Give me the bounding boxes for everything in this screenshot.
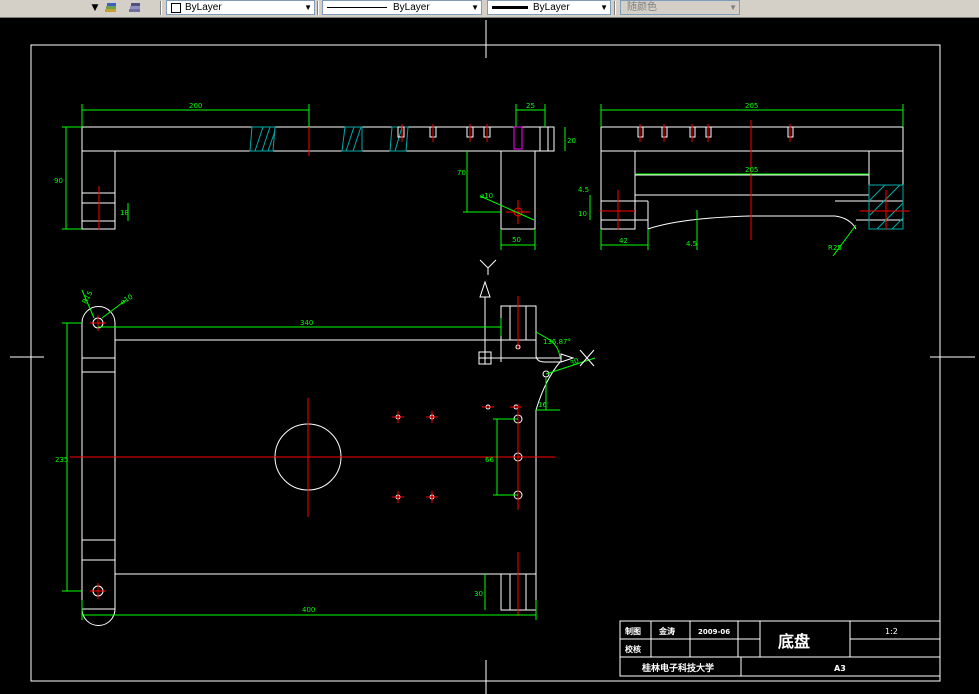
color-swatch-icon (171, 3, 181, 13)
dim-4-5: 4.5 (578, 186, 589, 194)
dim-30-b: 30 (474, 590, 483, 598)
dim-205-b: 205 (745, 166, 758, 174)
layer-states-icon[interactable] (128, 1, 142, 14)
linetype-sample (327, 7, 387, 8)
chevron-down-icon: ▼ (729, 3, 737, 12)
dim-angle: 136.87° (543, 338, 571, 346)
top-view-dimensions (62, 104, 566, 250)
linetype-control-combo[interactable]: ByLayer ▼ (322, 0, 482, 15)
dim-205-a: 205 (745, 102, 758, 110)
dim-42: 42 (619, 237, 628, 245)
dim-16: 16 (538, 401, 547, 409)
side-view (600, 126, 904, 230)
sheet-border (10, 20, 975, 694)
drawing-canvas[interactable]: 200 25 20 90 18 70 ⌀10 50 205 205 4.5 10… (0, 18, 979, 694)
dim-20: 20 (567, 137, 576, 145)
ucs-icon (479, 259, 497, 275)
dim-18: 18 (120, 209, 129, 217)
dim-400: 400 (302, 606, 315, 614)
dim-10: 10 (578, 210, 587, 218)
properties-toolbar: ▼ ByLayer ▼ ByLayer ▼ ByLayer ▼ 随颜色 ▼ (0, 0, 979, 18)
dim-90: 90 (54, 177, 63, 185)
chevron-down-icon: ▼ (471, 3, 479, 12)
toolbar-separator (614, 1, 616, 15)
color-control-combo[interactable]: ByLayer ▼ (166, 0, 315, 15)
dim-phi10-top: ⌀10 (480, 192, 493, 200)
dim-50: 50 (512, 236, 521, 244)
title-scale: 1:2 (885, 627, 898, 636)
dim-25: 25 (526, 102, 535, 110)
chevron-down-icon: ▼ (304, 3, 312, 12)
layers-icon[interactable] (104, 1, 118, 14)
plotstyle-combo-label: 随颜色 (627, 2, 657, 13)
dim-235: 235 (55, 456, 68, 464)
lineweight-control-combo[interactable]: ByLayer ▼ (487, 0, 611, 15)
dim-r25: R25 (828, 244, 842, 252)
linetype-combo-label: ByLayer (393, 2, 430, 13)
chevron-down-icon[interactable]: ▼ (88, 2, 102, 14)
chevron-down-icon: ▼ (600, 3, 608, 12)
dim-4-5-b: 4.5 (686, 240, 697, 248)
title-part-name: 底盘 (778, 632, 810, 651)
top-view (81, 126, 555, 230)
dim-340: 340 (300, 319, 313, 327)
title-school: 桂林电子科技大学 (641, 662, 714, 674)
plan-view-centerlines (70, 296, 555, 616)
dim-phi10-left: ⌀10 (119, 293, 134, 306)
dim-70: 70 (457, 169, 466, 177)
title-sheet-size: A3 (834, 664, 846, 673)
title-draw-label: 制图 (625, 626, 641, 636)
top-view-slots (397, 126, 523, 150)
toolbar-separator (160, 1, 162, 15)
top-view-hatches (249, 126, 409, 152)
title-designer: 金涛 (658, 626, 675, 636)
title-date: 2009-06 (698, 628, 730, 636)
dim-200: 200 (189, 102, 202, 110)
side-view-centerlines (600, 120, 910, 240)
toolbar-separator (317, 1, 319, 15)
dim-66: 66 (485, 456, 494, 464)
lineweight-sample (492, 6, 528, 9)
plan-view (81, 280, 575, 626)
plotstyle-control-combo: 随颜色 ▼ (620, 0, 740, 15)
lineweight-combo-label: ByLayer (533, 2, 570, 13)
title-check-label: 校核 (625, 644, 641, 654)
cursor-crosshair (579, 349, 595, 367)
color-combo-label: ByLayer (185, 2, 222, 13)
